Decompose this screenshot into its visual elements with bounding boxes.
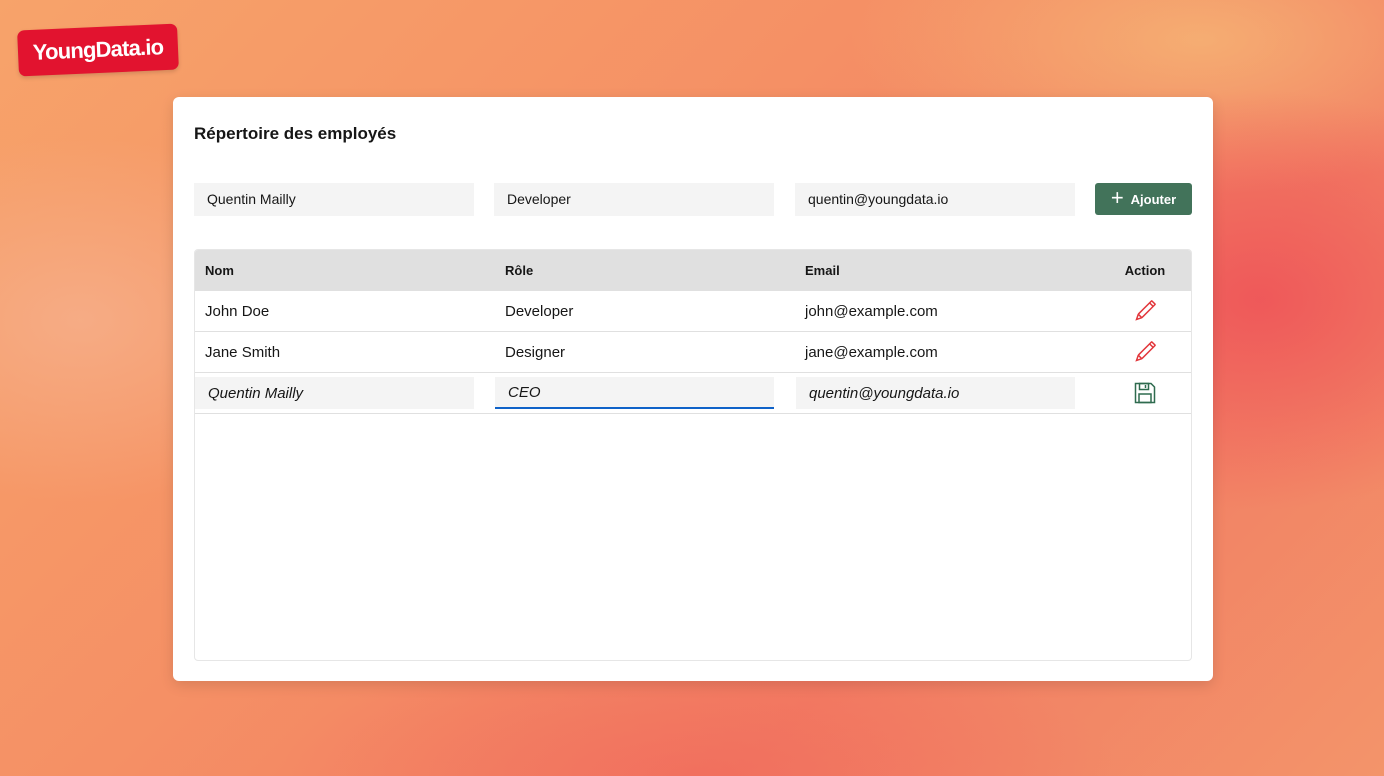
email-input[interactable] — [795, 183, 1075, 216]
name-input[interactable] — [194, 183, 474, 216]
edit-role-input[interactable] — [495, 377, 774, 409]
edit-email-input[interactable] — [796, 377, 1075, 409]
save-icon — [1134, 382, 1156, 404]
cell-email: jane@example.com — [805, 343, 938, 361]
add-button-label: Ajouter — [1130, 191, 1177, 207]
youngdata-logo: YoungData.io — [17, 23, 179, 77]
cell-role: Designer — [505, 343, 566, 361]
cell-role: Developer — [505, 302, 574, 320]
cell-email: john@example.com — [805, 302, 938, 320]
table-row-editing — [195, 373, 1191, 414]
plus-icon: + — [1110, 184, 1124, 210]
table-row: Jane Smith Designer jane@example.com — [195, 332, 1191, 373]
header-role: Rôle — [505, 263, 534, 278]
cell-action — [1095, 378, 1191, 408]
logo-text: YoungData.io — [32, 34, 164, 65]
add-button[interactable]: + Ajouter — [1095, 183, 1192, 215]
page-title: Répertoire des employés — [194, 124, 397, 143]
save-button[interactable] — [1130, 378, 1160, 408]
header-email: Email — [805, 263, 840, 278]
cell-action — [1095, 296, 1191, 326]
header-name: Nom — [205, 263, 234, 278]
cell-name: Jane Smith — [205, 343, 281, 361]
employee-table: Nom Rôle Email Action John Doe Developer… — [194, 249, 1192, 661]
table-header: Nom Rôle Email Action — [195, 250, 1191, 291]
cell-action — [1095, 337, 1191, 367]
header-action: Action — [1124, 263, 1166, 278]
edit-name-input[interactable] — [195, 377, 474, 409]
edit-button[interactable] — [1130, 337, 1160, 367]
employee-directory-card: Répertoire des employés + Ajouter Nom Rô… — [173, 97, 1213, 681]
role-input[interactable] — [494, 183, 774, 216]
cell-name: John Doe — [205, 302, 270, 320]
pencil-icon — [1135, 341, 1156, 362]
table-row: John Doe Developer john@example.com — [195, 291, 1191, 332]
edit-button[interactable] — [1130, 296, 1160, 326]
pencil-icon — [1135, 300, 1156, 321]
